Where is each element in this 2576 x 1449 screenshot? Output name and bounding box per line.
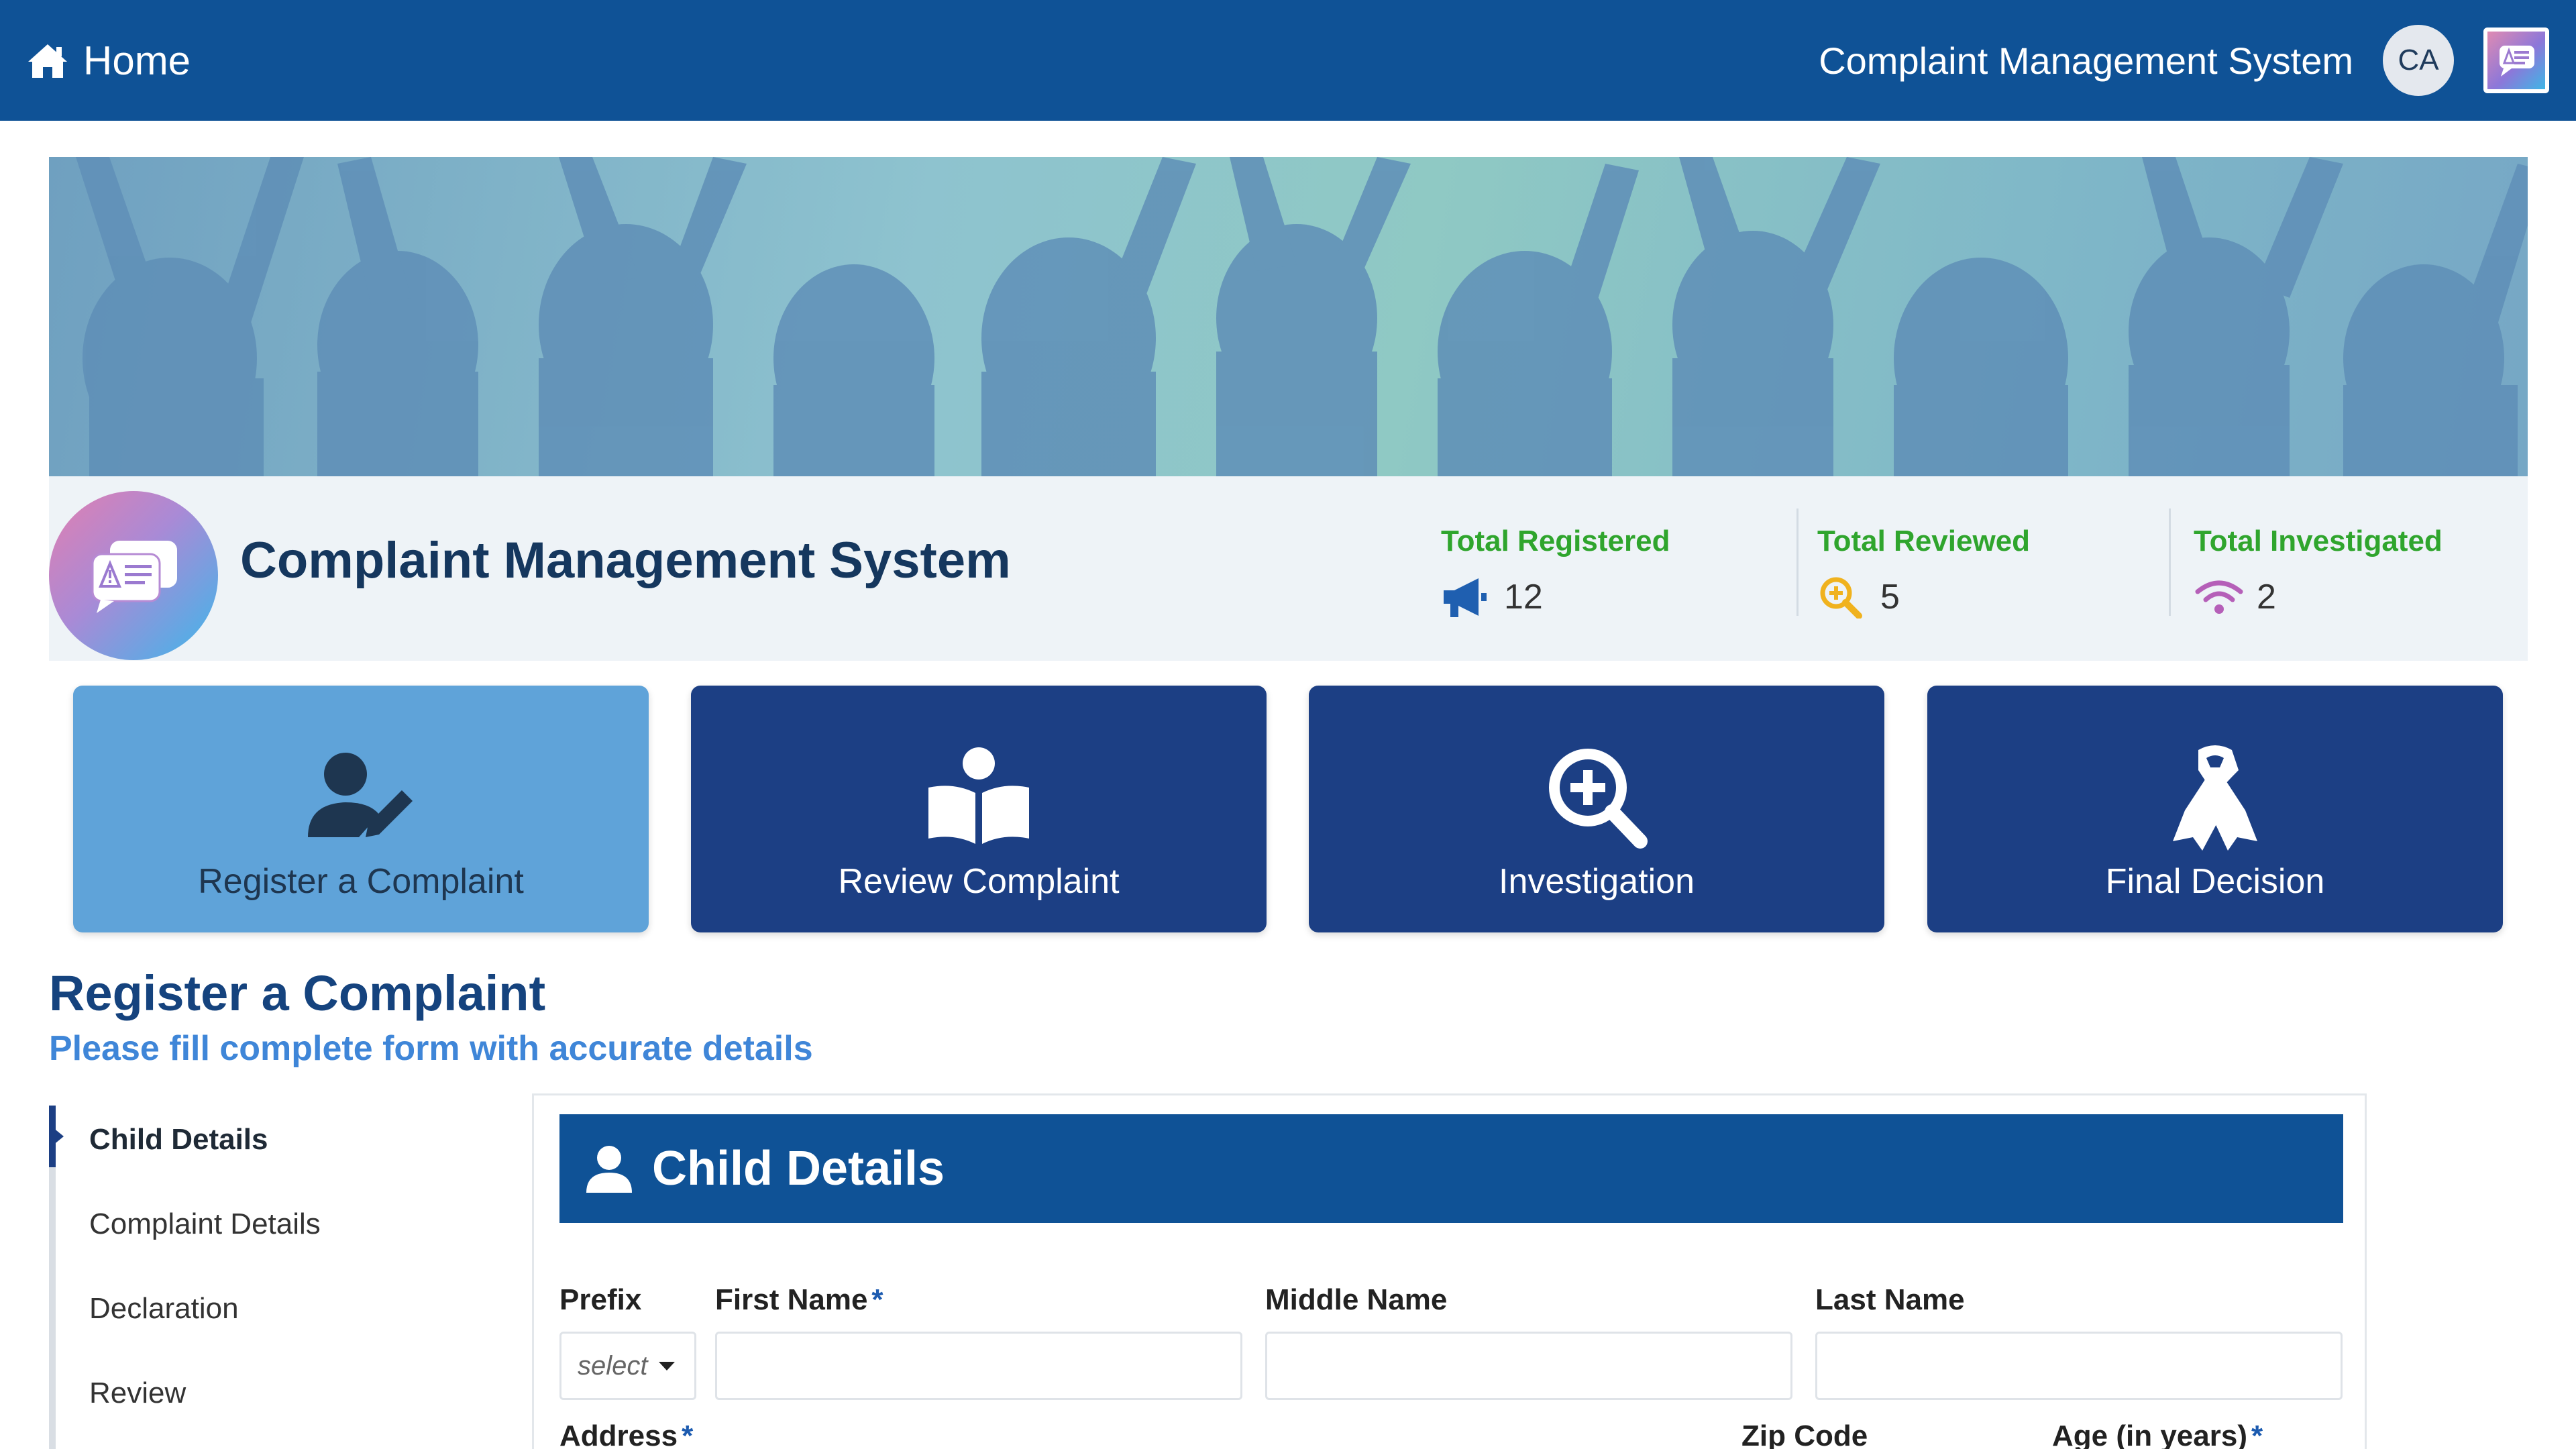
app-logo-small[interactable] (2483, 28, 2549, 93)
active-step-arrow (49, 1124, 64, 1148)
stat-divider (2169, 508, 2171, 616)
review-complaint-card[interactable]: Review Complaint (691, 686, 1267, 932)
form-section-title: Child Details (652, 1142, 945, 1195)
register-complaint-card[interactable]: Register a Complaint (73, 686, 649, 932)
magnify-plus-icon (1820, 577, 1862, 619)
prefix-select-placeholder: select (578, 1350, 648, 1381)
stat-label: Total Registered (1441, 525, 1670, 557)
system-logo (49, 491, 218, 660)
stat-value: 2 (2257, 578, 2276, 616)
section-subtitle: Please fill complete form with accurate … (49, 1029, 813, 1068)
stat-total-investigated: Total Investigated 2 (2194, 525, 2443, 619)
form-steps-nav: Child Details Complaint Details Declarat… (49, 1106, 505, 1449)
system-info-strip: Complaint Management System Total Regist… (49, 476, 2528, 661)
stat-total-reviewed: Total Reviewed 5 (1817, 525, 2030, 619)
investigation-card[interactable]: Investigation (1309, 686, 1884, 932)
reader-book-icon (928, 747, 1029, 844)
stat-value: 12 (1504, 578, 1543, 616)
final-decision-card[interactable]: Final Decision (1927, 686, 2503, 932)
hero-banner (49, 157, 2528, 476)
home-link[interactable]: Home (27, 38, 191, 84)
step-review[interactable]: Review (89, 1377, 186, 1410)
last-name-input[interactable] (1815, 1332, 2343, 1400)
required-marker: * (871, 1283, 883, 1316)
caret-down-icon (658, 1361, 675, 1371)
address-label: Address * (559, 1419, 693, 1449)
middle-name-label: Middle Name (1265, 1283, 1448, 1316)
card-label: Investigation (1499, 862, 1695, 901)
wifi-signal-icon (2195, 580, 2243, 614)
stat-label: Total Reviewed (1817, 525, 2031, 557)
stat-divider (1796, 508, 1799, 616)
middle-name-input[interactable] (1265, 1332, 1792, 1400)
home-icon (28, 44, 67, 78)
form-section-header: Child Details (559, 1114, 2343, 1223)
first-name-label: First Name * (715, 1283, 883, 1316)
required-marker: * (682, 1419, 694, 1449)
first-name-input[interactable] (715, 1332, 1242, 1400)
system-title: Complaint Management System (240, 532, 1011, 589)
avatar-initials: CA (2398, 44, 2439, 76)
age-label: Age (in years) * (2052, 1419, 2263, 1449)
step-declaration[interactable]: Declaration (89, 1292, 239, 1326)
step-child-details[interactable]: Child Details (89, 1123, 268, 1157)
app-title: Complaint Management System (1819, 39, 2353, 82)
chat-alert-icon (2500, 46, 2534, 76)
megaphone-icon (1444, 578, 1487, 617)
user-icon (586, 1146, 632, 1193)
prefix-select[interactable]: select (559, 1332, 696, 1400)
user-edit-icon (308, 753, 413, 837)
required-marker: * (2251, 1419, 2263, 1449)
card-label: Final Decision (2105, 862, 2325, 901)
last-name-label: Last Name (1815, 1283, 1965, 1316)
stat-label: Total Investigated (2194, 525, 2443, 557)
zip-code-label: Zip Code (1741, 1419, 1868, 1449)
search-plus-icon (1549, 749, 1648, 849)
stat-total-registered: Total Registered 12 (1441, 525, 1670, 619)
section-title: Register a Complaint (49, 965, 546, 1021)
home-label: Home (83, 38, 191, 83)
active-step-marker (49, 1106, 64, 1167)
prefix-label: Prefix (559, 1283, 642, 1316)
child-details-form: Child Details Prefix First Name * Middle … (532, 1093, 2367, 1449)
step-complaint-details[interactable]: Complaint Details (89, 1208, 321, 1241)
card-label: Review Complaint (838, 862, 1120, 901)
chat-alert-icon (91, 541, 177, 613)
user-avatar[interactable]: CA (2383, 25, 2454, 96)
crowd-silhouette-image (76, 157, 2528, 476)
top-navbar: Home Complaint Management System CA (0, 0, 2576, 121)
card-label: Register a Complaint (198, 862, 524, 901)
ribbon-icon (2173, 745, 2257, 851)
stat-value: 5 (1880, 578, 1900, 616)
